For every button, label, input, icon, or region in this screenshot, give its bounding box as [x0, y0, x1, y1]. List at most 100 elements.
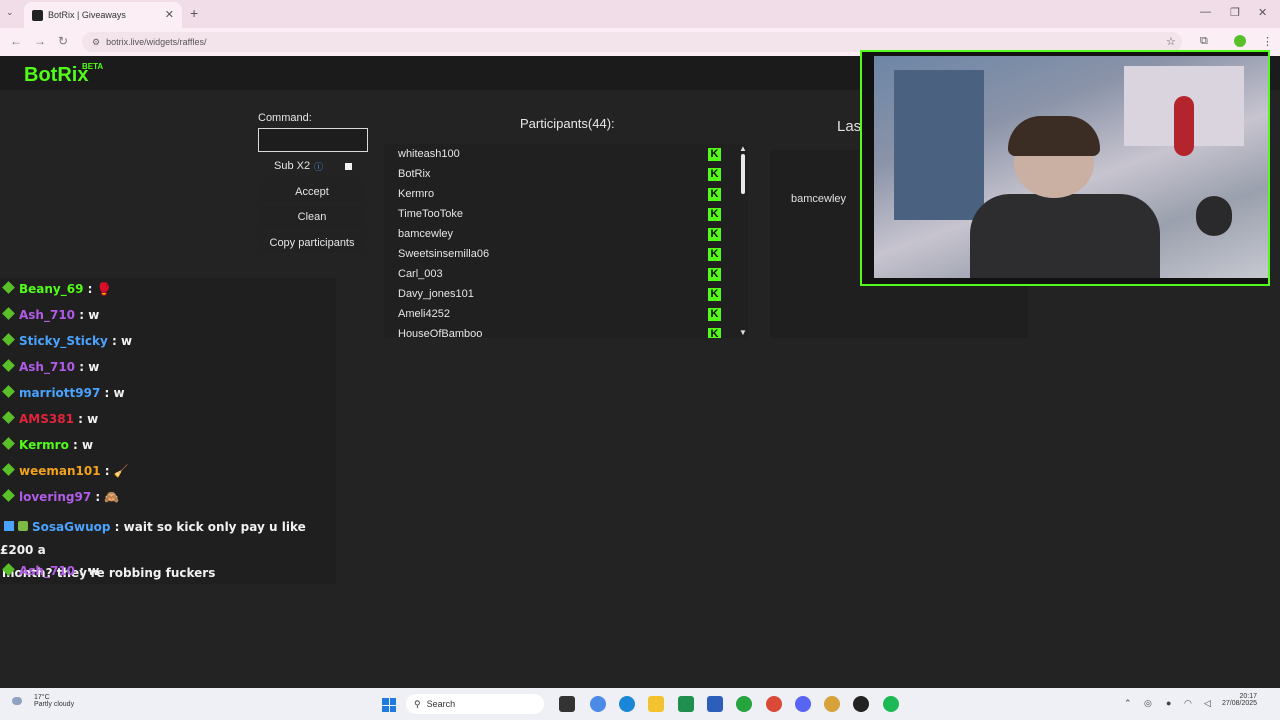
minimize-icon[interactable]: — — [1200, 6, 1211, 18]
participant-name: Carl_003 — [398, 268, 443, 280]
excel-icon[interactable] — [678, 696, 694, 712]
participant-name: Kermro — [398, 188, 435, 200]
chat-text: w — [121, 334, 133, 348]
chat-separator: : — [114, 520, 120, 534]
discord-icon[interactable] — [795, 696, 811, 712]
chrome-icon[interactable] — [766, 696, 782, 712]
participant-name: BotRix — [398, 168, 431, 180]
url-text: botrix.live/widgets/raffles/ — [106, 37, 207, 47]
search-placeholder: Search — [426, 699, 456, 709]
reload-icon[interactable]: ↻ — [58, 34, 68, 48]
participant-row: Carl_003 K — [384, 264, 724, 284]
kick-icon: K — [708, 188, 721, 201]
botrix-favicon-icon — [32, 9, 43, 21]
store-icon[interactable] — [707, 696, 723, 712]
webcam-overlay — [860, 50, 1270, 286]
window-close-icon[interactable]: ✕ — [1258, 6, 1267, 19]
chat-text: w — [88, 360, 100, 374]
kick-icon: K — [708, 328, 721, 338]
app-icon[interactable] — [824, 696, 840, 712]
scroll-down-icon[interactable]: ▼ — [739, 328, 747, 337]
chat-text: 🧹 — [113, 464, 129, 478]
last-winner-title: Las — [837, 118, 862, 135]
windows-taskbar: 17°C Partly cloudy ⚲ Search ⌃ ◎ ● ◠ ◁ 20:… — [0, 688, 1280, 720]
participant-row: Ameli4252 K — [384, 304, 724, 324]
chat-username: Ash_710 — [19, 564, 76, 578]
chat-username: Kermro — [19, 438, 69, 452]
accept-button[interactable]: Accept — [258, 182, 366, 202]
site-info-icon[interactable]: ⚙ — [92, 32, 100, 52]
file-explorer-icon[interactable] — [648, 696, 664, 712]
tray-overflow-icon[interactable]: ⌃ — [1124, 698, 1132, 709]
kick-icon: K — [708, 208, 721, 221]
botrix-logo[interactable]: BotRix — [24, 64, 88, 87]
copy-participants-button[interactable]: Copy participants — [258, 233, 366, 253]
verified-icon — [2, 333, 15, 346]
volume-icon[interactable]: ◁ — [1204, 698, 1211, 709]
copilot-icon[interactable] — [590, 696, 606, 712]
new-tab-icon[interactable]: + — [190, 5, 198, 21]
windows-start-icon[interactable] — [382, 698, 396, 712]
active-tab[interactable]: BotRix | Giveaways ✕ — [24, 2, 182, 28]
participant-row: whiteash100 K — [384, 144, 724, 164]
microphone — [1196, 196, 1232, 236]
kick-icon: K — [708, 168, 721, 181]
browser-menu-icon[interactable]: ⋮ — [1262, 35, 1273, 48]
scroll-up-icon[interactable]: ▲ — [739, 144, 747, 153]
chat-text: w — [113, 386, 125, 400]
beta-badge: BETA — [82, 62, 104, 71]
maximize-icon[interactable]: ❐ — [1230, 6, 1240, 19]
tab-close-icon[interactable]: ✕ — [165, 8, 174, 21]
chat-message: AMS381 : w — [0, 411, 336, 426]
obs-icon[interactable] — [853, 696, 869, 712]
command-input[interactable] — [258, 128, 368, 152]
participant-row: Davy_jones101 K — [384, 284, 724, 304]
tab-search-icon[interactable]: ⌄ — [6, 7, 14, 18]
forward-icon[interactable]: → — [34, 34, 46, 48]
url-bar[interactable]: ⚙ botrix.live/widgets/raffles/ — [82, 32, 1182, 52]
chat-message: Sticky_Sticky : w — [0, 333, 336, 348]
chat-message: Ash_710 : w — [0, 359, 336, 374]
whatsapp-icon[interactable] — [736, 696, 752, 712]
command-label: Command: — [258, 112, 312, 124]
extensions-icon[interactable]: ⧉ — [1200, 35, 1208, 48]
kick-icon: K — [708, 268, 721, 281]
clock-date: 27/08/2025 — [1222, 700, 1258, 707]
bookmark-star-icon[interactable]: ☆ — [1166, 35, 1176, 48]
task-view-icon[interactable] — [559, 696, 575, 712]
chat-username: SosaGwuop — [32, 520, 111, 534]
webcam-image — [874, 56, 1268, 278]
network-icon[interactable]: ◎ — [1144, 698, 1152, 709]
participant-row: Sweetsinsemilla06 K — [384, 244, 724, 264]
participants-list[interactable]: whiteash100 K BotRix K Kermro K TimeTooToke… — [384, 144, 748, 338]
wifi-icon[interactable]: ◠ — [1184, 698, 1192, 709]
sub-multiplier-checkbox[interactable] — [345, 163, 352, 170]
participant-name: Ameli4252 — [398, 308, 450, 320]
participants-title: Participants(44): — [520, 116, 615, 131]
chat-separator: : — [87, 282, 93, 296]
verified-icon — [2, 437, 15, 450]
kick-icon: K — [708, 148, 721, 161]
verified-icon — [2, 307, 15, 320]
participant-row: BotRix K — [384, 164, 724, 184]
back-icon[interactable]: ← — [10, 34, 22, 48]
edge-icon[interactable] — [619, 696, 635, 712]
chat-separator: : — [79, 360, 85, 374]
clean-button[interactable]: Clean — [258, 207, 366, 227]
weather-icon[interactable] — [12, 697, 22, 705]
weather-widget[interactable]: 17°C Partly cloudy — [34, 694, 74, 708]
chat-separator: : — [95, 490, 101, 504]
taskbar-search[interactable]: ⚲ Search — [406, 694, 544, 714]
kick-icon: K — [708, 248, 721, 261]
microphone-icon[interactable]: ● — [1166, 698, 1171, 708]
system-clock[interactable]: 20:17 27/08/2025 — [1222, 693, 1257, 707]
spotify-icon[interactable] — [883, 696, 899, 712]
tab-strip: ⌄ BotRix | Giveaways ✕ + — ❐ ✕ — [0, 0, 1280, 28]
profile-avatar[interactable] — [1234, 35, 1246, 47]
weather-condition: Partly cloudy — [34, 701, 75, 708]
chat-username: Beany_69 — [19, 282, 84, 296]
chat-username: lovering97 — [19, 490, 92, 504]
info-icon[interactable]: ⓘ — [314, 160, 323, 173]
chat-separator: : — [79, 308, 85, 322]
participants-scrollbar[interactable] — [741, 154, 745, 194]
